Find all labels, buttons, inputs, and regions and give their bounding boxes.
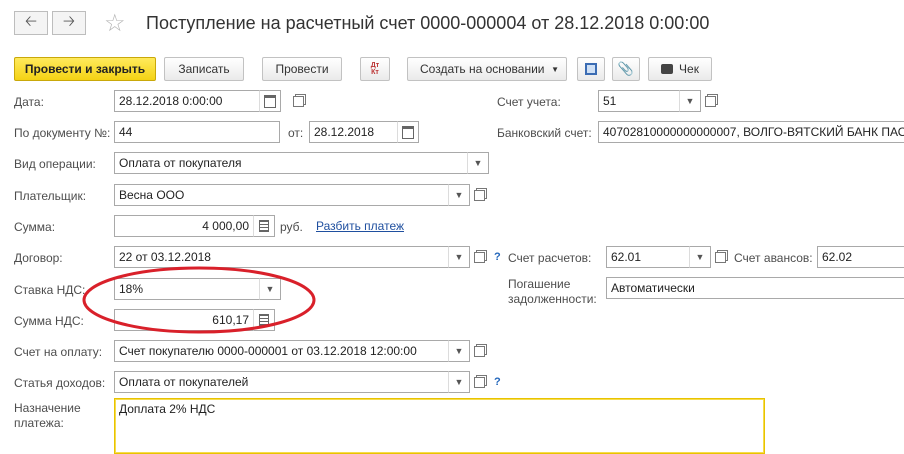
settlement-account-field[interactable]: 62.01	[606, 246, 690, 268]
set-date-icon[interactable]	[289, 92, 307, 110]
debt-repayment-select[interactable]: Автоматически	[606, 277, 904, 299]
page-title: Поступление на расчетный счет 0000-00000…	[146, 13, 710, 33]
back-button[interactable]: 🡠	[14, 11, 48, 35]
dt-kt-icon: Дт Кт	[370, 62, 380, 76]
bank-account-label: Банковский счет:	[497, 126, 592, 140]
create-based-button[interactable]: Создать на основании ▼	[407, 57, 567, 81]
doc-number-label: По документу №:	[14, 126, 111, 140]
dropdown-icon[interactable]: ▼	[467, 152, 489, 174]
purpose-label: Назначение платежа:	[14, 401, 81, 430]
post-and-close-button[interactable]: Провести и закрыть	[14, 57, 156, 81]
arrow-left-icon: 🡠	[24, 12, 38, 30]
payer-label: Плательщик:	[14, 189, 87, 203]
dropdown-icon[interactable]: ▼	[448, 340, 470, 362]
payer-field[interactable]: Весна ООО	[114, 184, 468, 206]
star-icon[interactable]: ☆	[104, 9, 126, 38]
sum-label: Сумма:	[14, 220, 56, 234]
structure-icon	[585, 63, 597, 75]
dropdown-icon[interactable]: ▼	[448, 184, 470, 206]
save-button[interactable]: Записать	[164, 57, 244, 81]
doc-date-field[interactable]: 28.12.2018	[309, 121, 398, 143]
account-field[interactable]: 51	[598, 90, 682, 112]
printer-icon	[661, 64, 674, 74]
structure-button[interactable]	[577, 57, 605, 81]
chevron-down-icon: ▼	[551, 64, 559, 74]
purpose-textarea[interactable]: Доплата 2% НДС	[114, 398, 765, 454]
doc-number-field[interactable]: 44	[114, 121, 280, 143]
attachment-button[interactable]: 📎	[612, 57, 640, 81]
account-label: Счет учета:	[497, 95, 561, 109]
operation-label: Вид операции:	[14, 157, 96, 171]
vat-sum-label: Сумма НДС:	[14, 314, 84, 328]
advance-account-label: Счет авансов:	[734, 251, 813, 265]
invoice-field[interactable]: Счет покупателю 0000-000001 от 03.12.201…	[114, 340, 468, 362]
create-based-label: Создать на основании	[420, 62, 545, 76]
receipt-button[interactable]: Чек	[648, 57, 712, 81]
contract-label: Договор:	[14, 251, 63, 265]
currency-label: руб.	[280, 220, 303, 234]
settlement-account-label: Счет расчетов:	[508, 251, 592, 265]
forward-button[interactable]: 🡢	[52, 11, 86, 35]
split-payment-link[interactable]: Разбить платеж	[316, 219, 404, 233]
dropdown-icon[interactable]: ▼	[448, 371, 470, 393]
dropdown-icon[interactable]: ▼	[689, 246, 711, 268]
advance-account-field[interactable]: 62.02	[817, 246, 904, 268]
dropdown-icon[interactable]: ▼	[679, 90, 701, 112]
open-icon[interactable]	[701, 92, 719, 110]
income-item-label: Статья доходов:	[14, 376, 106, 390]
help-icon[interactable]: ?	[494, 251, 501, 263]
highlight-ellipse	[82, 266, 316, 334]
doc-date-label: от:	[288, 126, 304, 140]
arrow-right-icon: 🡢	[62, 12, 76, 30]
bank-account-field[interactable]: 40702810000000000007, ВОЛГО-ВЯТСКИЙ БАНК…	[598, 121, 904, 143]
open-icon[interactable]	[470, 186, 488, 204]
help-icon[interactable]: ?	[494, 376, 501, 388]
sum-field[interactable]: 4 000,00	[114, 215, 254, 237]
open-icon[interactable]	[470, 342, 488, 360]
calendar-icon[interactable]	[397, 121, 419, 143]
calculator-icon[interactable]	[253, 215, 275, 237]
paperclip-icon: 📎	[617, 61, 635, 76]
date-label: Дата:	[14, 95, 44, 109]
open-icon[interactable]	[711, 248, 729, 266]
open-icon[interactable]	[470, 373, 488, 391]
debt-repayment-text: Погашение задолженности:	[508, 277, 597, 306]
dt-kt-button[interactable]: Дт Кт	[360, 57, 390, 81]
receipt-label: Чек	[679, 62, 699, 76]
vat-rate-label: Ставка НДС:	[14, 283, 86, 297]
operation-select[interactable]: Оплата от покупателя	[114, 152, 468, 174]
date-field[interactable]: 28.12.2018 0:00:00	[114, 90, 260, 112]
calendar-icon[interactable]	[259, 90, 281, 112]
invoice-label: Счет на оплату:	[14, 345, 103, 359]
open-icon[interactable]	[470, 248, 488, 266]
post-button[interactable]: Провести	[262, 57, 342, 81]
dropdown-icon[interactable]: ▼	[448, 246, 470, 268]
debt-repayment-label: Погашение задолженности:	[508, 277, 604, 307]
income-item-field[interactable]: Оплата от покупателей	[114, 371, 468, 393]
